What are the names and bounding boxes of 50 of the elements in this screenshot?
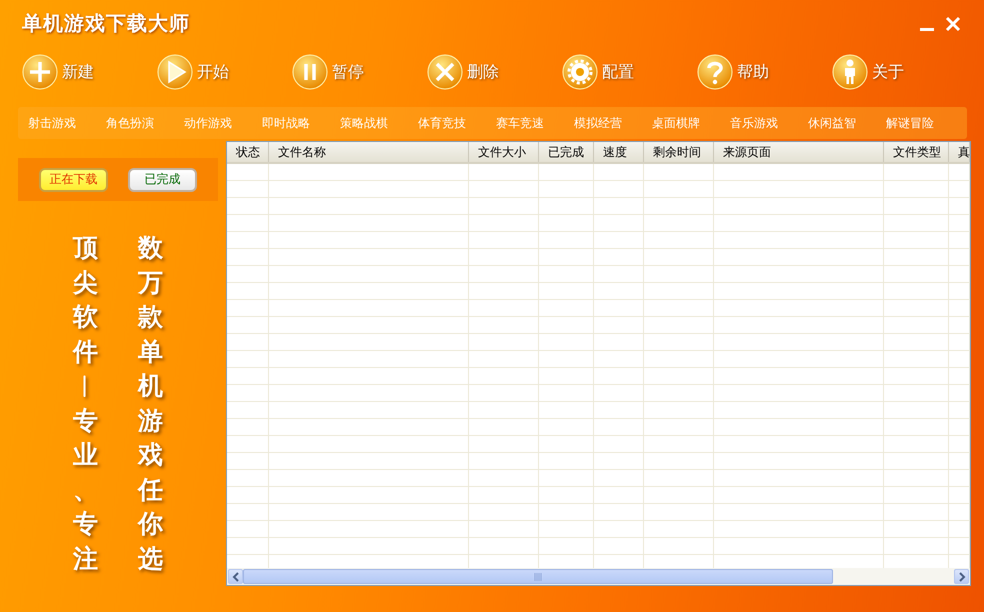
settings-button[interactable]: 配置 bbox=[562, 54, 697, 90]
grip-icon bbox=[534, 572, 542, 580]
download-tab[interactable]: 已完成 bbox=[128, 168, 197, 192]
slogan-text: 顶尖软件︱专业、专注 bbox=[73, 232, 98, 574]
close-icon bbox=[427, 54, 463, 90]
close-icon bbox=[945, 16, 961, 32]
column-header[interactable]: 状态 bbox=[227, 142, 269, 162]
horizontal-scrollbar[interactable] bbox=[227, 568, 970, 585]
category-link[interactable]: 射击游戏 bbox=[28, 114, 106, 132]
column-header[interactable]: 文件名称 bbox=[269, 142, 469, 162]
scrollbar-thumb[interactable] bbox=[243, 569, 833, 584]
about-button[interactable]: 关于 bbox=[832, 54, 967, 90]
slogan-text: 数万款单机游戏任你选 bbox=[138, 232, 163, 574]
column-header[interactable]: 速度 bbox=[594, 142, 644, 162]
delete-button[interactable]: 删除 bbox=[427, 54, 562, 90]
question-mark-icon bbox=[697, 54, 733, 90]
start-button[interactable]: 开始 bbox=[157, 54, 292, 90]
category-link[interactable]: 动作游戏 bbox=[184, 114, 262, 132]
person-icon bbox=[832, 54, 868, 90]
play-icon bbox=[157, 54, 193, 90]
column-header[interactable]: 文件大小 bbox=[469, 142, 539, 162]
category-link[interactable]: 体育竞技 bbox=[418, 114, 496, 132]
category-link[interactable]: 策略战棋 bbox=[340, 114, 418, 132]
chevron-left-icon bbox=[232, 572, 240, 582]
help-button[interactable]: 帮助 bbox=[697, 54, 832, 90]
column-header[interactable]: 剩余时间 bbox=[644, 142, 714, 162]
category-link[interactable]: 角色扮演 bbox=[106, 114, 184, 132]
chevron-right-icon bbox=[958, 572, 966, 582]
column-header[interactable]: 已完成 bbox=[539, 142, 594, 162]
category-link[interactable]: 解谜冒险 bbox=[886, 114, 964, 132]
category-link[interactable]: 休闲益智 bbox=[808, 114, 886, 132]
pause-icon bbox=[292, 54, 328, 90]
settings-icon bbox=[562, 54, 598, 90]
plus-icon bbox=[22, 54, 58, 90]
minimize-icon bbox=[920, 28, 934, 31]
category-link[interactable]: 即时战略 bbox=[262, 114, 340, 132]
column-header[interactable]: 来源页面 bbox=[714, 142, 884, 162]
close-button[interactable] bbox=[944, 15, 962, 33]
category-link[interactable]: 赛车竞速 bbox=[496, 114, 574, 132]
category-link[interactable]: 桌面棋牌 bbox=[652, 114, 730, 132]
scroll-left-button[interactable] bbox=[228, 569, 243, 584]
window-title: 单机游戏下载大师 bbox=[22, 10, 190, 36]
category-link[interactable]: 模拟经营 bbox=[574, 114, 652, 132]
download-tab[interactable]: 正在下载 bbox=[39, 168, 108, 192]
pause-button[interactable]: 暂停 bbox=[292, 54, 427, 90]
category-link[interactable]: 音乐游戏 bbox=[730, 114, 808, 132]
scroll-right-button[interactable] bbox=[954, 569, 969, 584]
column-header[interactable]: 文件类型 bbox=[884, 142, 949, 162]
column-header[interactable]: 真 bbox=[949, 142, 970, 162]
new-button[interactable]: 新建 bbox=[22, 54, 157, 90]
